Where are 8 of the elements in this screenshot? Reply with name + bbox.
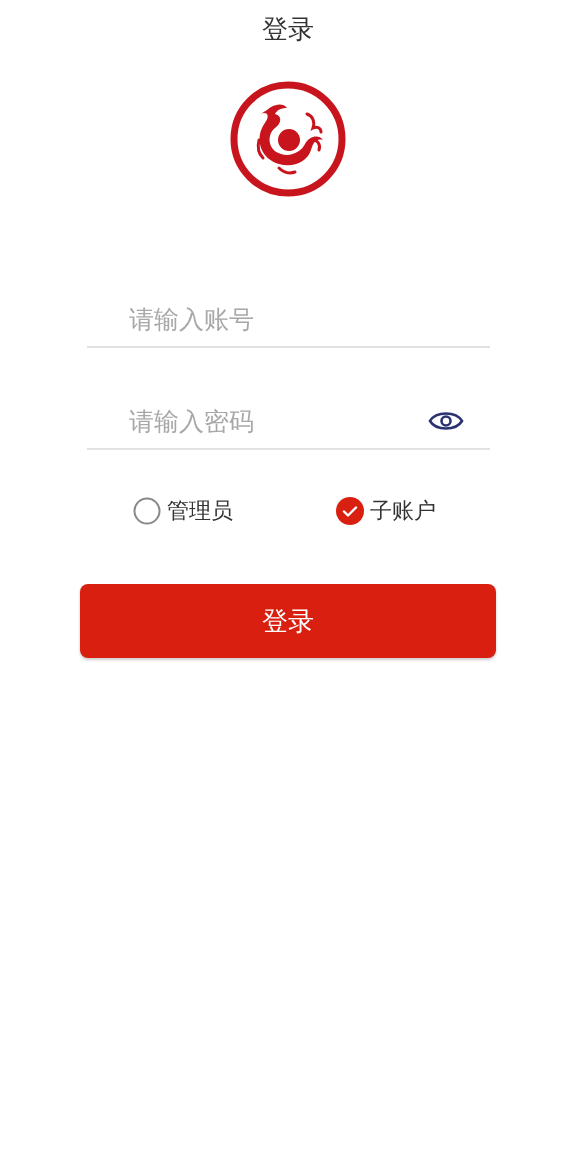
radio-button[interactable] bbox=[132, 497, 161, 525]
radio-button[interactable] bbox=[336, 497, 364, 525]
radio-label: 管理员 bbox=[166, 497, 233, 525]
page-title: 登录 bbox=[262, 13, 314, 46]
radio-label: 子账户 bbox=[370, 497, 436, 525]
login-button[interactable]: 登录 bbox=[80, 584, 496, 658]
password-field[interactable]: 请输入密码 bbox=[128, 406, 428, 436]
account-field[interactable]: 请输入账号 bbox=[128, 304, 464, 334]
